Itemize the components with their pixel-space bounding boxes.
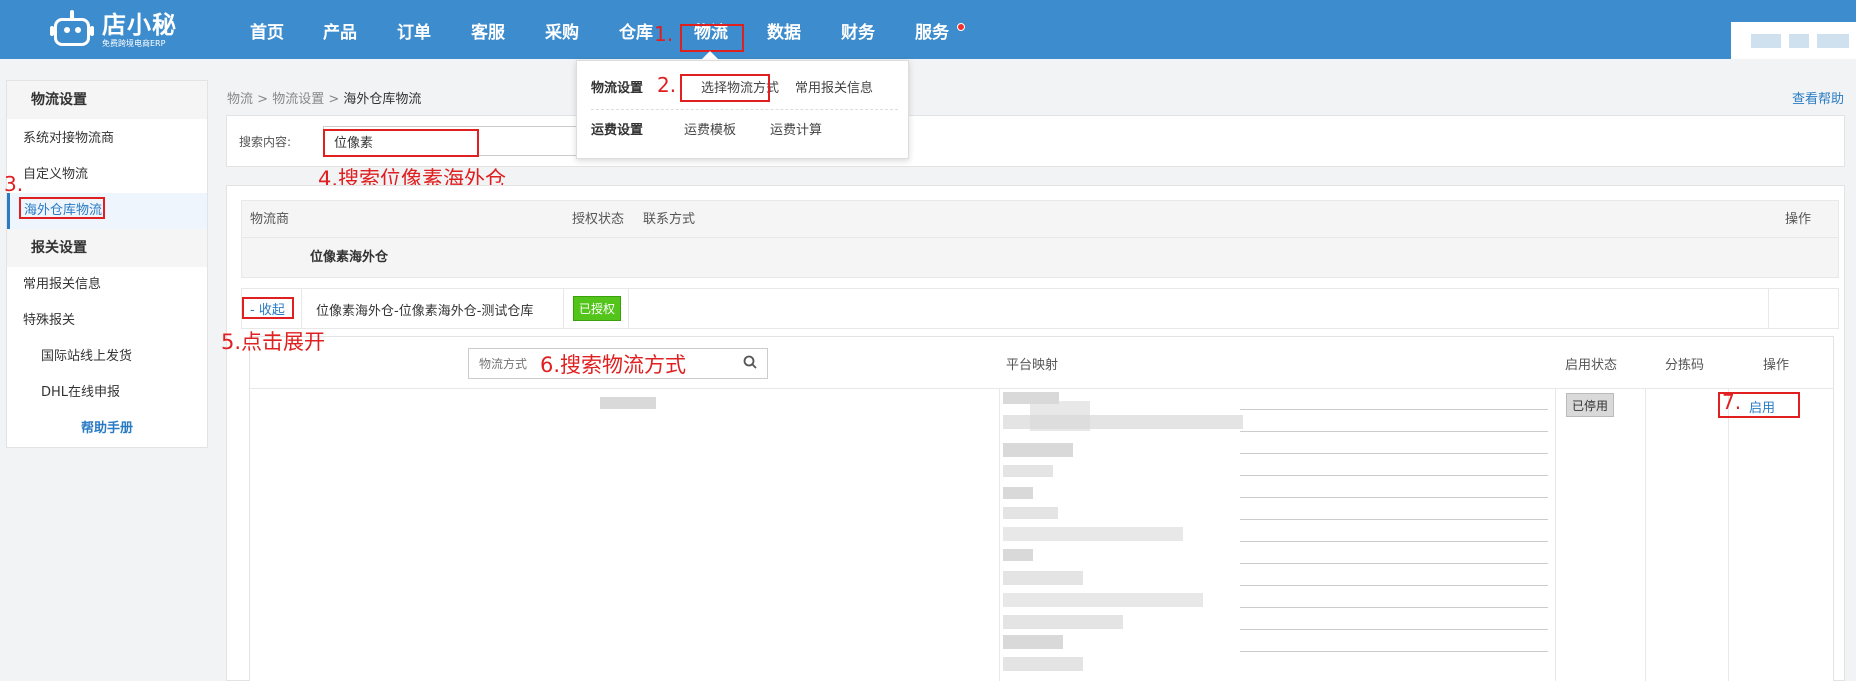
annotation-box-search — [323, 129, 479, 157]
shipping-method-panel: 平台映射 启用状态 分拣码 操作 — [249, 336, 1834, 681]
dropdown-label-logistics-settings: 物流设置 — [591, 81, 644, 96]
nav-finance[interactable]: 财务 — [841, 0, 875, 59]
status-badge-authorized: 已授权 — [573, 296, 622, 321]
nav-orders[interactable]: 订单 — [397, 0, 431, 59]
blurred-method-name — [600, 397, 656, 409]
provider-group-row: 位像素海外仓 — [241, 238, 1839, 278]
annotation-box-select-shipping — [680, 74, 770, 102]
nav-purchasing[interactable]: 采购 — [545, 0, 579, 59]
annotation-box-overseas-warehouse — [19, 197, 105, 219]
warehouse-row: - 收起 位像素海外仓-位像素海外仓-测试仓库 已授权 — [241, 288, 1839, 329]
sidebar-item-special-customs[interactable]: 特殊报关 — [7, 303, 207, 339]
nav-products[interactable]: 产品 — [323, 0, 357, 59]
breadcrumb-logistics-settings[interactable]: 物流设置 — [272, 92, 324, 107]
brand-name: 店小秘 — [102, 10, 177, 39]
help-manual-link[interactable]: 帮助手册 — [7, 411, 207, 447]
annotation-step-3: 3. — [4, 172, 24, 196]
header-auth-status: 授权状态 — [572, 212, 625, 227]
brand-tagline: 免费跨境电商ERP — [102, 38, 166, 48]
status-badge-disabled: 已停用 — [1566, 393, 1615, 417]
table-header: 物流商 授权状态 联系方式 操作 — [241, 200, 1839, 238]
breadcrumb: 物流 > 物流设置 > 海外仓库物流 — [227, 92, 422, 107]
menu-item-freight-template[interactable]: 运费模板 — [684, 111, 736, 151]
header-platform-mapping: 平台映射 — [1006, 358, 1059, 373]
sidebar-item-system-carriers[interactable]: 系统对接物流商 — [7, 121, 207, 157]
dropdown-caret — [701, 51, 719, 60]
header-sub-action: 操作 — [1763, 358, 1790, 373]
menu-item-common-customs[interactable]: 常用报关信息 — [795, 69, 873, 109]
annotation-box-logistics — [680, 24, 744, 52]
sidebar: 物流设置 系统对接物流商 自定义物流 海外仓库物流 报关设置 常用报关信息 特殊… — [6, 80, 208, 448]
annotation-step-5: 5.点击展开 — [221, 330, 326, 354]
annotation-step-7: 7. — [1722, 390, 1742, 414]
sidebar-section-customs: 报关设置 — [7, 229, 207, 267]
annotation-step-1: 1. — [654, 22, 674, 46]
nav-services[interactable]: 服务 — [915, 0, 949, 59]
sidebar-item-custom-logistics[interactable]: 自定义物流 — [7, 157, 207, 193]
dropdown-label-freight-settings: 运费设置 — [591, 123, 644, 138]
view-help-link[interactable]: 查看帮助 — [1792, 88, 1844, 107]
top-navbar: 店小秘 免费跨境电商ERP 首页 产品 订单 客服 采购 仓库 物流 数据 财务… — [0, 0, 1856, 59]
search-icon[interactable] — [743, 355, 757, 369]
header-sort-code: 分拣码 — [1665, 358, 1705, 373]
warehouse-name: 位像素海外仓-位像素海外仓-测试仓库 — [316, 304, 534, 319]
sidebar-section-logistics: 物流设置 — [7, 81, 207, 119]
annotation-step-2: 2. — [657, 73, 677, 97]
provider-name: 位像素海外仓 — [310, 250, 389, 265]
sidebar-item-dhl-declaration[interactable]: DHL在线申报 — [7, 375, 207, 411]
annotation-box-collapse — [242, 297, 294, 319]
logo[interactable]: 店小秘 免费跨境电商ERP — [50, 8, 177, 52]
breadcrumb-current: 海外仓库物流 — [343, 92, 422, 107]
sidebar-item-intl-shipping[interactable]: 国际站线上发货 — [7, 339, 207, 375]
dropdown-row-freight-settings: 运费设置 运费模板 运费计算 — [591, 111, 898, 151]
annotation-step-6: 6.搜索物流方式 — [540, 353, 687, 377]
header-contact: 联系方式 — [643, 212, 696, 227]
user-account[interactable] — [1731, 22, 1856, 59]
breadcrumb-logistics[interactable]: 物流 — [227, 92, 253, 107]
nav-home[interactable]: 首页 — [250, 0, 284, 59]
robot-logo-icon — [50, 10, 94, 50]
header-action: 操作 — [1785, 212, 1812, 227]
header-provider: 物流商 — [250, 212, 290, 227]
nav-data[interactable]: 数据 — [767, 0, 801, 59]
nav-customer-service[interactable]: 客服 — [471, 0, 505, 59]
menu-item-freight-calculator[interactable]: 运费计算 — [770, 111, 822, 151]
carrier-table-panel: 物流商 授权状态 联系方式 操作 位像素海外仓 - 收起 位像素海外仓-位像素海… — [226, 185, 1845, 681]
header-enable-status: 启用状态 — [1565, 358, 1618, 373]
notification-dot — [957, 23, 965, 31]
nav-warehouse[interactable]: 仓库 — [619, 0, 653, 59]
sidebar-item-common-customs[interactable]: 常用报关信息 — [7, 267, 207, 303]
shipping-method-header: 平台映射 启用状态 分拣码 操作 — [250, 337, 1833, 389]
search-label: 搜索内容: — [239, 135, 292, 149]
